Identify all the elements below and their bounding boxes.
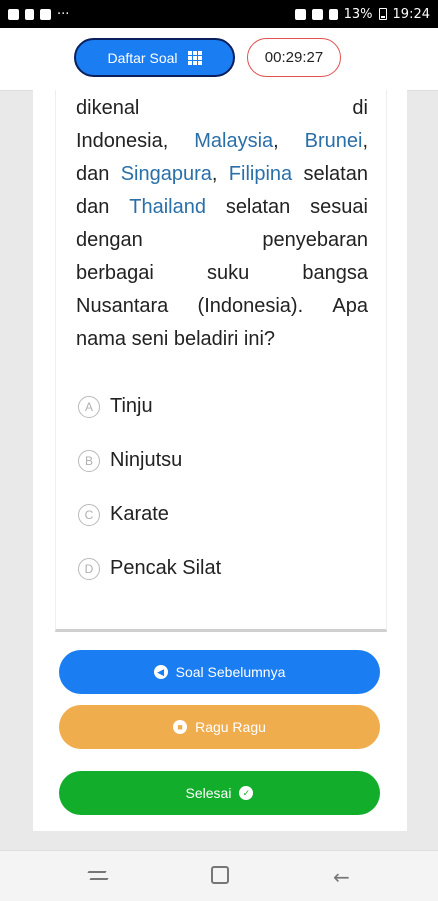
question-word: Apa <box>332 295 368 317</box>
question-line: dan Thailand selatan sesuai <box>76 191 368 224</box>
question-word: selatan <box>303 163 368 185</box>
app-notification-icon <box>40 8 51 20</box>
status-left-icons: ··· <box>8 7 69 22</box>
question-line: Indonesia, Malaysia, Brunei, <box>76 125 368 158</box>
question-word: penyebaran <box>262 229 368 251</box>
system-nav-bar: ← <box>0 850 438 901</box>
question-word: Malaysia, <box>194 130 279 152</box>
question-word: Filipina <box>228 163 293 185</box>
question-line: dikenal di <box>76 92 368 125</box>
option-letter-c: C <box>78 503 100 526</box>
signal-icon <box>328 8 338 20</box>
chevron-left-icon: ◀ <box>153 665 168 679</box>
option-letter-d: D <box>78 557 100 580</box>
option-text: Ninjutsu <box>110 449 183 471</box>
home-icon[interactable] <box>211 866 229 884</box>
ragu-ragu-button[interactable]: ■ Ragu Ragu <box>59 705 380 749</box>
question-word: Singapura, <box>120 163 218 185</box>
ragu-ragu-label: Ragu Ragu <box>195 719 266 735</box>
question-text: dikenal di Indonesia, Malaysia, Brunei, dan Si… <box>76 92 368 356</box>
battery-icon <box>378 8 387 20</box>
question-word: dan <box>76 163 110 185</box>
finish-label: Selesai <box>185 785 232 801</box>
question-word: nama seni beladiri ini? <box>76 328 276 350</box>
question-word: (Indonesia). <box>197 295 304 317</box>
recent-apps-icon[interactable] <box>87 869 109 883</box>
countdown-timer: 00:29:27 <box>247 38 341 77</box>
question-word: selatan <box>225 196 291 218</box>
status-bar: ··· 13% 19:24 <box>0 0 438 28</box>
option-text: Pencak Silat <box>110 557 222 579</box>
question-word: di <box>352 97 368 119</box>
question-word: Brunei, <box>304 130 368 152</box>
question-line: dengan penyebaran <box>76 224 368 257</box>
question-word: berbagai <box>76 262 154 284</box>
alarm-icon <box>294 8 306 20</box>
nfc-icon <box>311 8 323 20</box>
option-d[interactable]: D Pencak Silat <box>78 557 221 580</box>
daftar-soal-label: Daftar Soal <box>107 49 178 66</box>
option-letter-b: B <box>78 449 100 472</box>
grid-icon <box>187 50 202 65</box>
battery-percent: 13% <box>343 6 373 22</box>
quiz-panel: dikenal di Indonesia, Malaysia, Brunei, dan Si… <box>33 90 407 831</box>
gallery-notification-icon <box>8 8 19 20</box>
option-a[interactable]: A Tinju <box>78 395 153 418</box>
question-word: bangsa <box>302 262 368 284</box>
option-c[interactable]: C Karate <box>78 503 169 526</box>
question-word: Indonesia, <box>76 130 169 152</box>
question-word: suku <box>206 262 250 284</box>
sim-notification-icon <box>25 8 34 20</box>
question-word: dan <box>76 196 110 218</box>
question-word: Nusantara <box>76 295 169 317</box>
question-line: Nusantara (Indonesia). Apa <box>76 290 368 323</box>
question-word: sesuai <box>310 196 368 218</box>
finish-button[interactable]: Selesai ✓ <box>59 771 380 815</box>
previous-question-button[interactable]: ◀ Soal Sebelumnya <box>59 650 380 694</box>
option-text: Tinju <box>110 395 153 417</box>
stop-circle-icon: ■ <box>173 720 188 734</box>
option-text: Karate <box>110 503 169 525</box>
question-word: Thailand <box>129 196 206 218</box>
top-app-bar: Daftar Soal 00:29:27 <box>0 28 438 91</box>
question-card: dikenal di Indonesia, Malaysia, Brunei, dan Si… <box>55 90 387 632</box>
daftar-soal-button[interactable]: Daftar Soal <box>74 38 235 77</box>
question-word: dengan <box>76 229 143 251</box>
question-line: dan Singapura, Filipina selatan <box>76 158 368 191</box>
question-word: dikenal <box>76 97 140 119</box>
back-arrow-icon[interactable]: ← <box>333 865 350 889</box>
question-line: berbagai suku bangsa <box>76 257 368 290</box>
question-line: nama seni beladiri ini? <box>76 323 368 356</box>
clock: 19:24 <box>392 6 430 22</box>
option-letter-a: A <box>78 395 100 418</box>
status-right-icons: 13% 19:24 <box>294 6 430 22</box>
option-b[interactable]: B Ninjutsu <box>78 449 182 472</box>
previous-question-label: Soal Sebelumnya <box>175 664 286 680</box>
check-circle-icon: ✓ <box>239 786 254 800</box>
more-notifications-icon: ··· <box>57 6 70 22</box>
